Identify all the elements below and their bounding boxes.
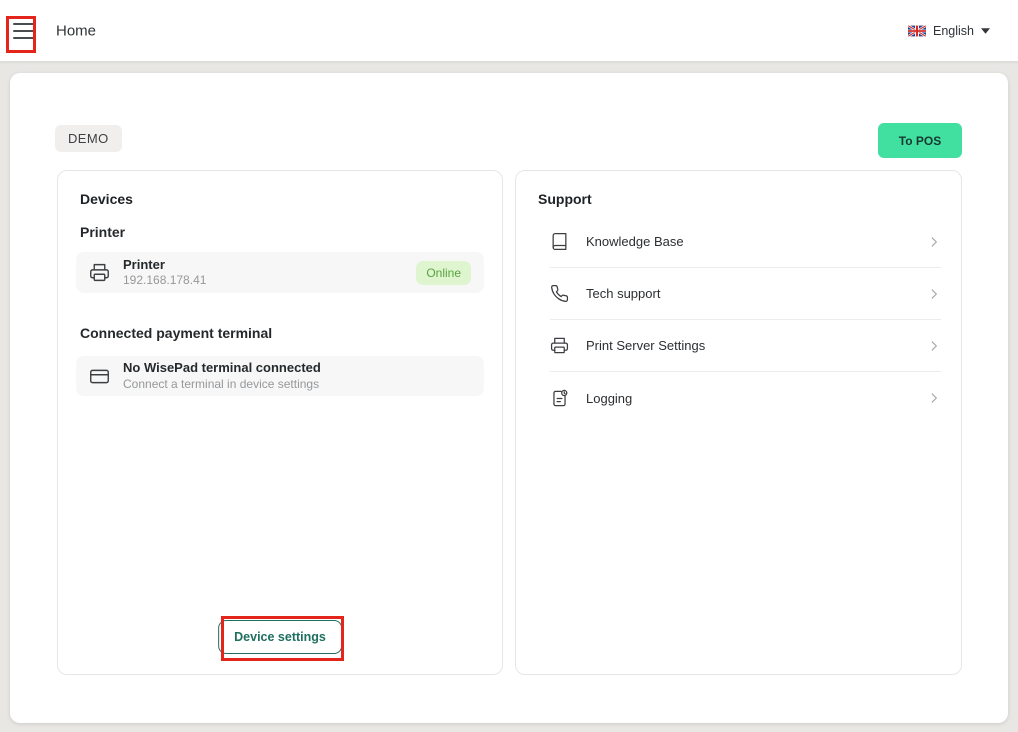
printer-name: Printer bbox=[123, 257, 206, 273]
credit-card-icon bbox=[89, 366, 110, 387]
device-settings-button[interactable]: Device settings bbox=[218, 620, 342, 654]
app-window: Home English DEMO To POS Devices Printer bbox=[0, 0, 1018, 732]
phone-icon bbox=[550, 284, 569, 303]
terminal-row: No WisePad terminal connected Connect a … bbox=[76, 356, 484, 396]
devices-panel-title: Devices bbox=[80, 191, 480, 207]
printer-icon bbox=[89, 262, 110, 283]
terminal-message: No WisePad terminal connected bbox=[123, 360, 321, 376]
support-panel-title: Support bbox=[538, 191, 939, 207]
support-item[interactable]: Print Server Settings bbox=[550, 320, 941, 372]
book-icon bbox=[550, 232, 569, 251]
support-item[interactable]: Logging bbox=[550, 372, 941, 424]
page-title: Home bbox=[56, 22, 96, 39]
status-badge: Online bbox=[416, 261, 471, 285]
support-item[interactable]: Tech support bbox=[550, 268, 941, 320]
terminal-section-title: Connected payment terminal bbox=[80, 325, 480, 341]
printer-section-title: Printer bbox=[80, 224, 480, 240]
printer-row[interactable]: Printer 192.168.178.41 Online bbox=[76, 252, 484, 293]
language-selector[interactable]: English bbox=[908, 24, 990, 38]
support-item-label: Print Server Settings bbox=[586, 338, 705, 353]
chevron-down-icon bbox=[981, 28, 990, 34]
topbar: Home English bbox=[0, 0, 1018, 62]
chevron-right-icon bbox=[927, 235, 941, 249]
printer-ip: 192.168.178.41 bbox=[123, 273, 206, 288]
printer-icon bbox=[550, 336, 569, 355]
support-item-label: Tech support bbox=[586, 286, 660, 301]
support-list: Knowledge Base Tech support Print Server… bbox=[516, 216, 961, 424]
chevron-right-icon bbox=[927, 339, 941, 353]
chevron-right-icon bbox=[927, 391, 941, 405]
terminal-hint: Connect a terminal in device settings bbox=[123, 377, 321, 392]
menu-icon[interactable] bbox=[13, 23, 35, 39]
support-item-label: Logging bbox=[586, 391, 632, 406]
support-item[interactable]: Knowledge Base bbox=[550, 216, 941, 268]
support-panel: Support Knowledge Base Tech support Prin… bbox=[515, 170, 962, 675]
uk-flag-icon bbox=[908, 25, 926, 37]
log-file-clock-icon bbox=[550, 389, 569, 408]
devices-panel: Devices Printer Printer 192.168.178.41 O… bbox=[57, 170, 503, 675]
support-item-label: Knowledge Base bbox=[586, 234, 684, 249]
main-card: DEMO To POS Devices Printer Printer 192.… bbox=[10, 73, 1008, 723]
to-pos-button[interactable]: To POS bbox=[878, 123, 962, 158]
language-label: English bbox=[933, 24, 974, 38]
demo-badge: DEMO bbox=[55, 125, 122, 152]
chevron-right-icon bbox=[927, 287, 941, 301]
